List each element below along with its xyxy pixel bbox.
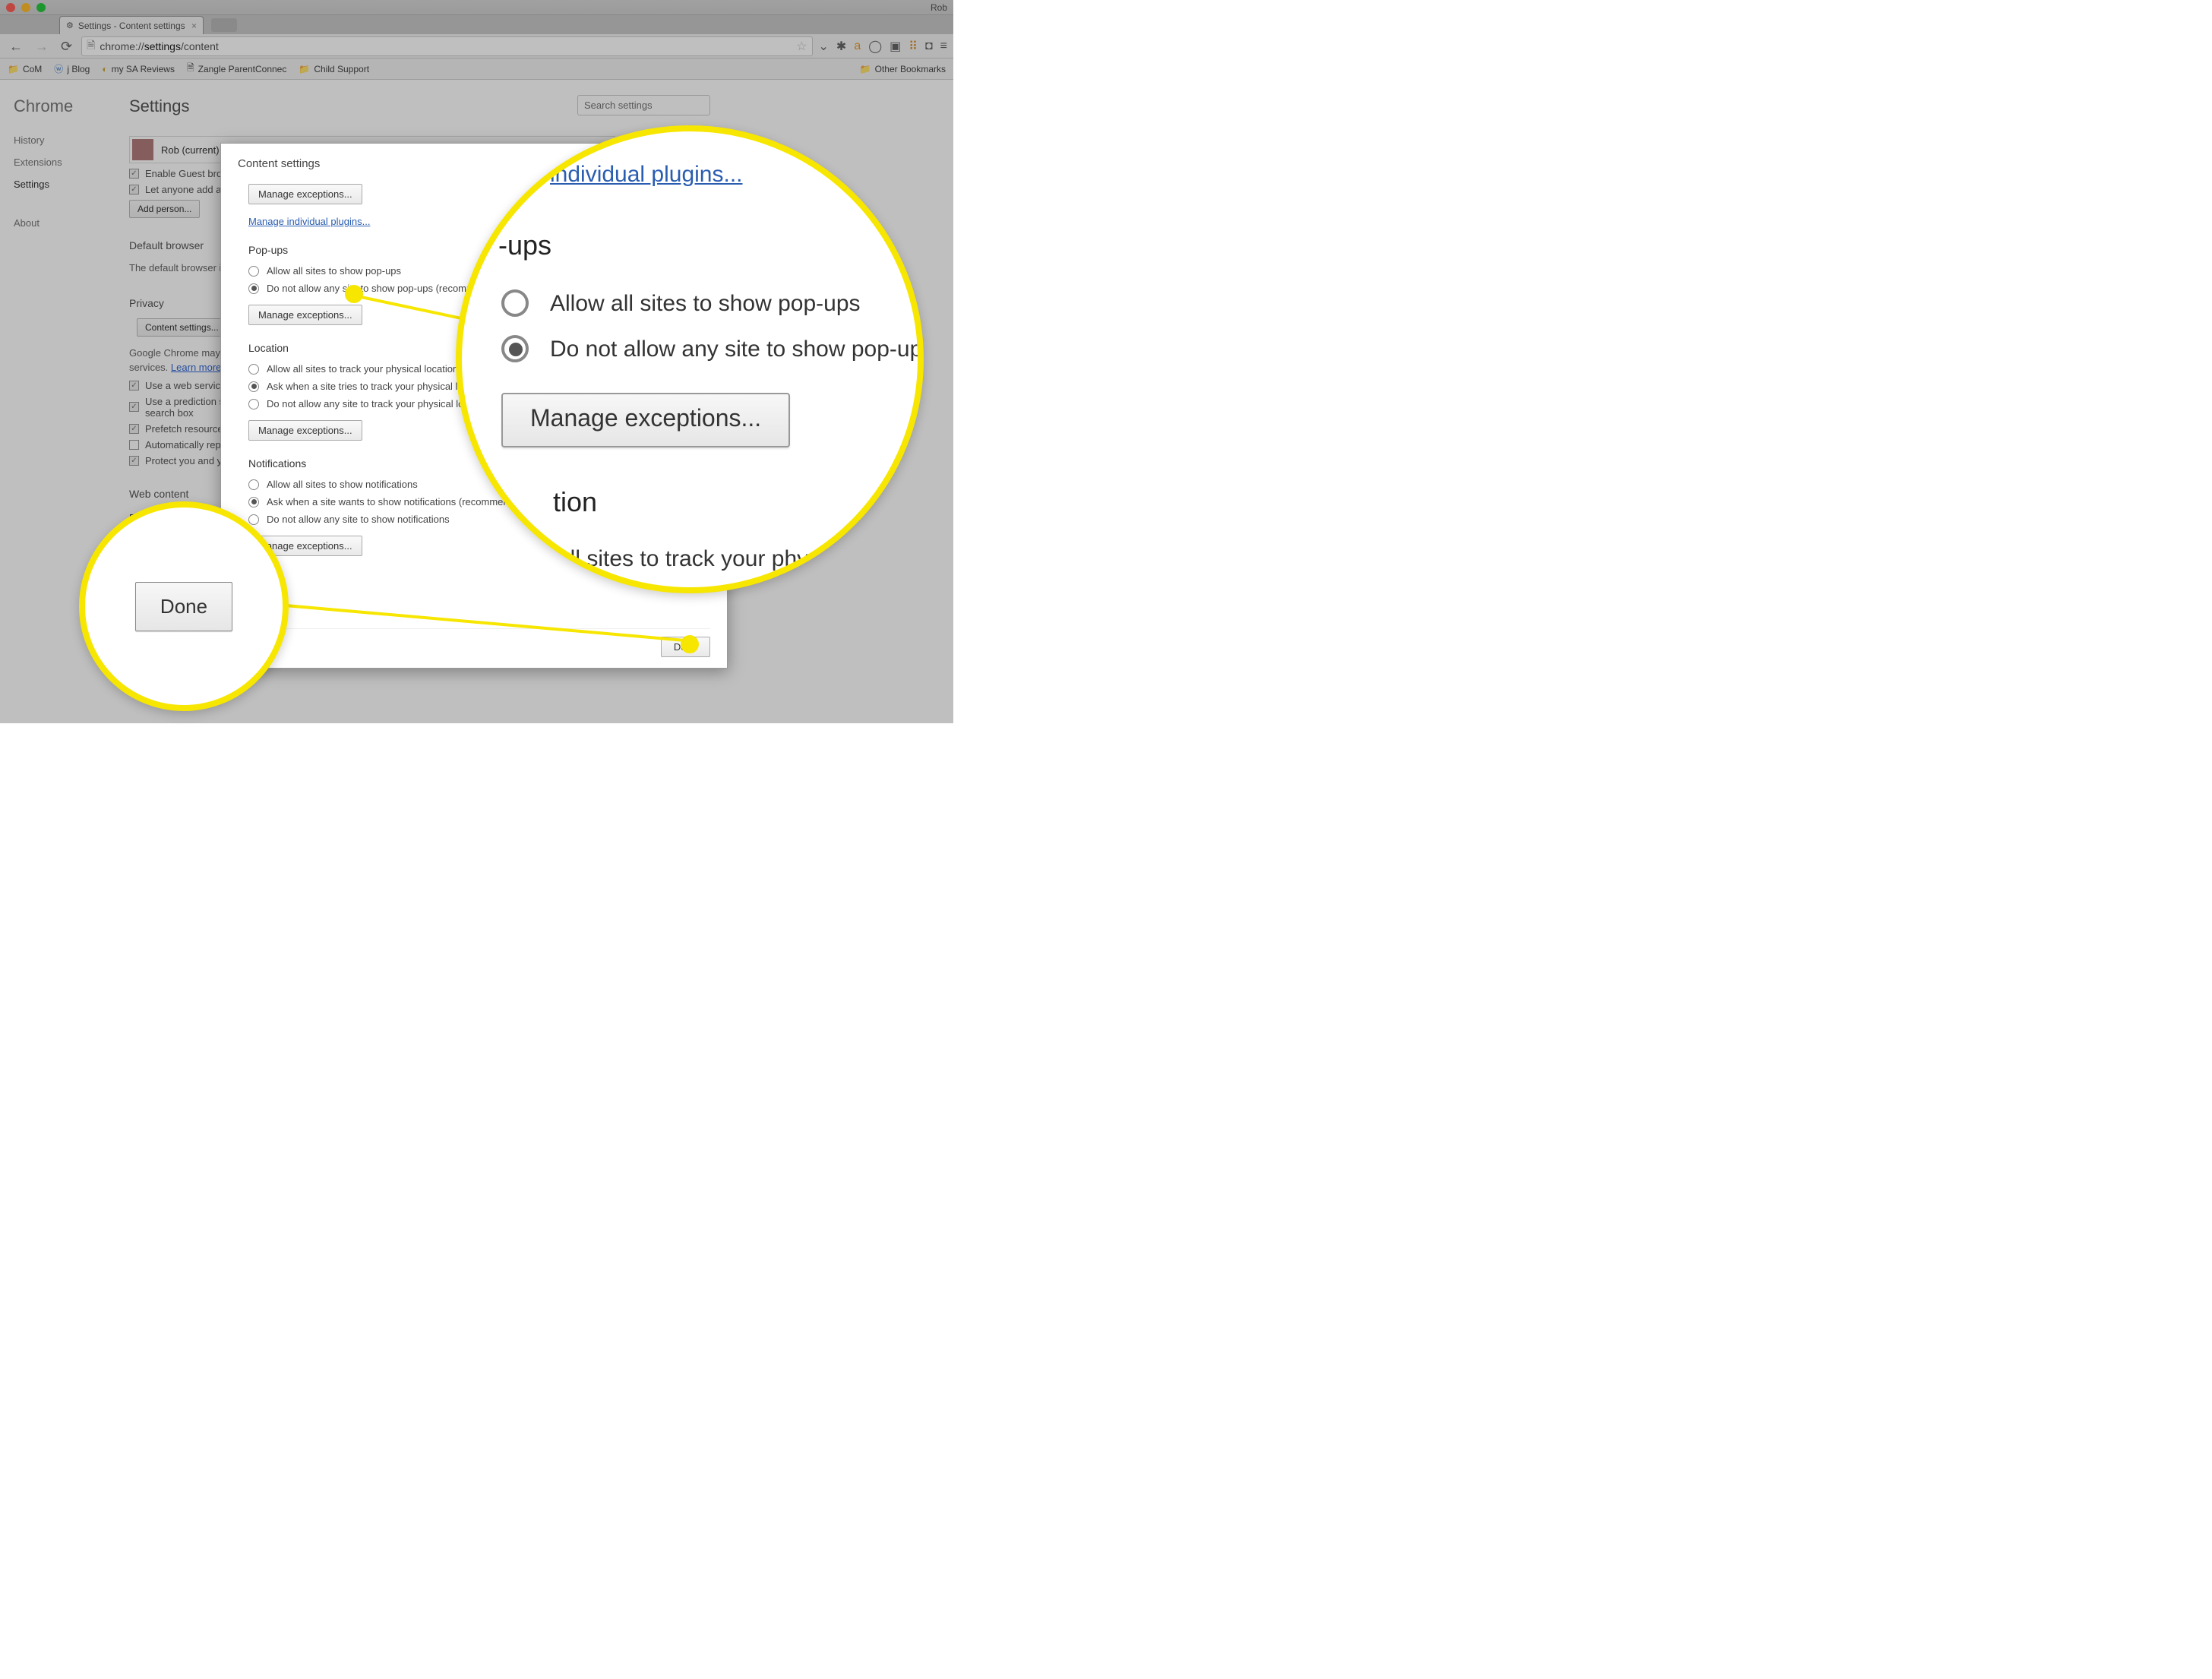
- annotation-loupe-popups: individual plugins... -ups Allow all sit…: [456, 125, 924, 593]
- annotation-dot: [345, 285, 363, 303]
- annotation-loupe-done: Done: [79, 501, 289, 711]
- manage-exceptions-button[interactable]: Manage exceptions...: [248, 305, 362, 325]
- loupe-plugins-link: individual plugins...: [550, 162, 878, 188]
- loupe-popups-title: -ups: [498, 230, 551, 261]
- manage-exceptions-button[interactable]: Manage exceptions...: [248, 184, 362, 204]
- loupe-location-title: tion: [553, 487, 878, 519]
- loupe-allow-radio: Allow all sites to show pop-ups: [501, 289, 878, 317]
- annotation-dot: [681, 635, 699, 653]
- loupe-done-button: Done: [135, 582, 232, 631]
- manage-plugins-link[interactable]: Manage individual plugins...: [248, 216, 370, 227]
- loupe-block-radio: Do not allow any site to show pop-ups (r…: [501, 335, 878, 362]
- loupe-location-allow: w all sites to track your physical l: [535, 546, 878, 572]
- loupe-manage-button: Manage exceptions...: [501, 393, 790, 447]
- manage-exceptions-button[interactable]: Manage exceptions...: [248, 420, 362, 441]
